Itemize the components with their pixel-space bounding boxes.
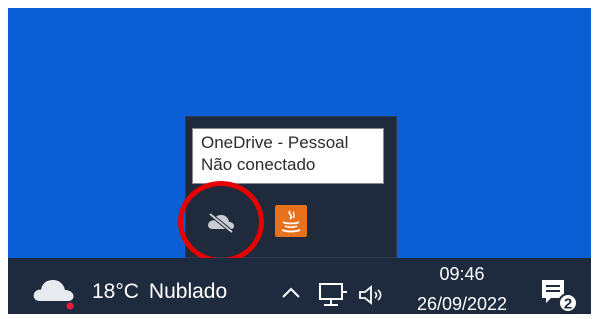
network-icon[interactable] xyxy=(318,282,348,308)
tooltip-title: OneDrive - Pessoal xyxy=(201,133,349,152)
notification-count: 2 xyxy=(564,296,572,313)
screenshot: OneDrive - Pessoal Não conectado 18°C Nub… xyxy=(0,0,595,314)
onedrive-tooltip: OneDrive - Pessoal Não conectado xyxy=(192,128,384,184)
volume-icon[interactable] xyxy=(357,283,385,307)
tooltip-status: Não conectado xyxy=(201,155,316,174)
clock-date: 26/09/2022 xyxy=(416,294,508,314)
weather-condition: Nublado xyxy=(148,280,228,303)
taskbar-clock[interactable]: 09:46 26/09/2022 xyxy=(402,260,522,314)
java-icon[interactable] xyxy=(275,205,307,237)
weather-widget[interactable]: 18°C Nublado xyxy=(92,280,227,304)
chevron-up-icon[interactable] xyxy=(280,282,302,304)
cloudy-weather-icon[interactable] xyxy=(28,271,80,311)
clock-time: 09:46 xyxy=(439,264,485,284)
notification-center-icon[interactable]: 2 xyxy=(538,276,582,314)
weather-temperature: 18°C xyxy=(92,280,139,303)
onedrive-cloud-off-icon[interactable] xyxy=(205,207,237,235)
